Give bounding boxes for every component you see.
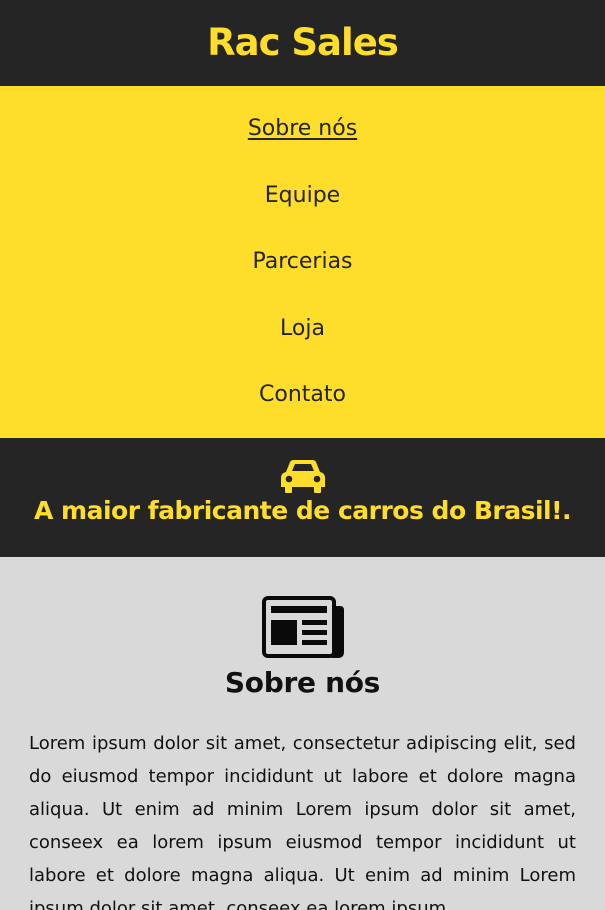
hero-title: A maior fabricante de carros do Brasil!. (34, 496, 572, 525)
section-title: Sobre nós (224, 666, 381, 699)
site-header: Rac Sales (0, 0, 605, 86)
nav-item-loja[interactable]: Loja (280, 296, 325, 363)
nav-item-sobre-nos[interactable]: Sobre nós (248, 96, 357, 163)
nav-item-contato[interactable]: Contato (259, 362, 346, 429)
nav-item-equipe[interactable]: Equipe (265, 163, 340, 230)
about-section: Sobre nós Lorem ipsum dolor sit amet, co… (0, 557, 605, 910)
newspaper-icon (261, 596, 344, 658)
brand-logo[interactable]: Rac Sales (207, 21, 399, 64)
hero-banner: A maior fabricante de carros do Brasil!. (0, 438, 605, 557)
main-nav: Sobre nós Equipe Parcerias Loja Contato (0, 86, 605, 438)
about-paragraph: Lorem ipsum dolor sit amet, consectetur … (29, 733, 576, 910)
nav-item-parcerias[interactable]: Parcerias (252, 229, 352, 296)
car-icon (280, 458, 326, 496)
